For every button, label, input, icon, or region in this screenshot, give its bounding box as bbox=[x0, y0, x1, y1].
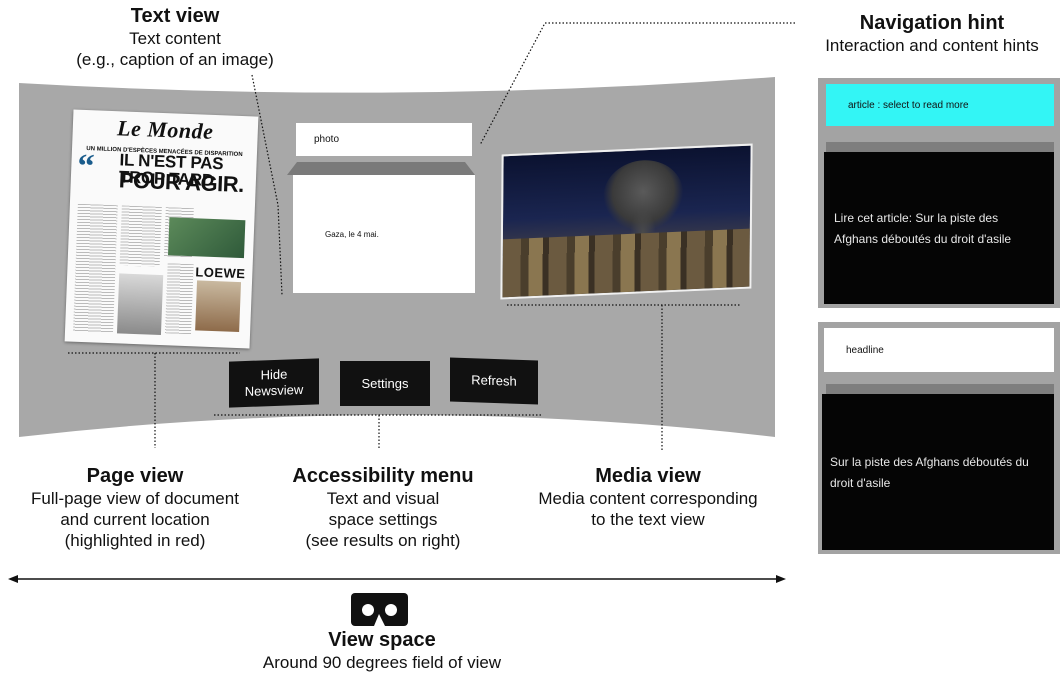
hide-newsview-label: Hide Newsview bbox=[244, 366, 304, 400]
page-view-newspaper[interactable]: Le Monde UN MILLION D'ESPÈCES MENACÉES D… bbox=[64, 109, 259, 349]
settings-button[interactable]: Settings bbox=[340, 361, 430, 406]
hint-article-body-box: Lire cet article: Sur la piste des Afgha… bbox=[824, 152, 1054, 304]
hint-panel-top-trapezoid bbox=[826, 142, 1054, 152]
caption-text: Gaza, le 4 mai. bbox=[325, 230, 379, 239]
page-view-desc3: (highlighted in red) bbox=[64, 531, 206, 550]
hint-article-text: article : select to read more bbox=[848, 99, 969, 111]
hint-article-body: Lire cet article: Sur la piste des Afgha… bbox=[834, 211, 1012, 246]
view-space-desc: Around 90 degrees field of view bbox=[262, 653, 502, 672]
settings-label: Settings bbox=[361, 375, 409, 391]
quote-mark-icon: “ bbox=[76, 147, 96, 186]
navigation-hint-callout: Navigation hint Interaction and content … bbox=[800, 11, 1064, 56]
media-view-desc2: to the text view bbox=[591, 510, 705, 529]
hint-headline-body-box: Sur la piste des Afghans déboutés du dro… bbox=[822, 394, 1054, 550]
caption-card-top bbox=[287, 162, 475, 175]
media-view-photo bbox=[500, 143, 753, 300]
media-view-desc1: Media content corresponding bbox=[538, 489, 758, 508]
accessibility-menu-desc1: Text and visual bbox=[326, 489, 440, 508]
photo-label-card: photo bbox=[296, 123, 472, 156]
text-view-title: Text view bbox=[130, 5, 220, 27]
text-view-card: Gaza, le 4 mai. bbox=[293, 175, 475, 293]
newspaper-portrait-photo bbox=[116, 273, 164, 336]
navigation-hint-desc: Interaction and content hints bbox=[825, 36, 1039, 55]
accessibility-menu-desc3: (see results on right) bbox=[305, 531, 461, 550]
newspaper-column bbox=[119, 205, 162, 267]
vr-headset-icon bbox=[351, 593, 408, 626]
newspaper-masthead: Le Monde bbox=[116, 115, 214, 144]
hide-newsview-button[interactable]: Hide Newsview bbox=[229, 358, 319, 408]
photo-label: photo bbox=[314, 134, 340, 145]
refresh-label: Refresh bbox=[471, 372, 517, 389]
hint-bar-headline[interactable]: headline bbox=[824, 328, 1054, 372]
text-view-desc2: (e.g., caption of an image) bbox=[76, 50, 274, 69]
page-view-callout: Page view Full-page view of document and… bbox=[4, 464, 266, 551]
hint-bar-article[interactable]: article : select to read more bbox=[826, 84, 1054, 126]
text-view-callout: Text view Text content (e.g., caption of… bbox=[55, 4, 295, 70]
hint-headline-text: headline bbox=[846, 344, 884, 356]
navigation-hint-title: Navigation hint bbox=[859, 12, 1005, 34]
view-space-title: View space bbox=[328, 629, 436, 651]
hint-panel-bottom-trapezoid bbox=[826, 384, 1054, 394]
hint-panel-top: article : select to read more Lire cet a… bbox=[818, 78, 1060, 308]
accessibility-menu-callout: Accessibility menu Text and visual space… bbox=[270, 464, 496, 551]
city-buildings bbox=[502, 228, 750, 298]
newspaper-ad-image bbox=[195, 280, 242, 333]
refresh-button[interactable]: Refresh bbox=[450, 357, 538, 405]
newspaper-headline-line2: POUR AGIR. bbox=[118, 167, 245, 198]
newspaper-green-photo bbox=[167, 217, 246, 259]
media-view-title: Media view bbox=[595, 465, 701, 487]
hint-panel-bottom: headline Sur la piste des Afghans débout… bbox=[818, 322, 1060, 554]
newspaper-column bbox=[165, 263, 194, 335]
page-view-desc1: Full-page view of document bbox=[31, 489, 239, 508]
page-view-title: Page view bbox=[86, 465, 184, 487]
accessibility-menu-title: Accessibility menu bbox=[292, 465, 474, 487]
accessibility-menu-desc2: space settings bbox=[328, 510, 438, 529]
page-view-desc2: and current location bbox=[60, 510, 210, 529]
media-view-callout: Media view Media content corresponding t… bbox=[507, 464, 789, 530]
text-view-desc1: Text content bbox=[129, 29, 221, 48]
hint-headline-body: Sur la piste des Afghans déboutés du dro… bbox=[830, 455, 1029, 490]
newspaper-brand-ad: LOEWE bbox=[195, 264, 246, 282]
view-space-callout: View space Around 90 degrees field of vi… bbox=[200, 628, 564, 673]
newspaper-column bbox=[72, 203, 118, 334]
